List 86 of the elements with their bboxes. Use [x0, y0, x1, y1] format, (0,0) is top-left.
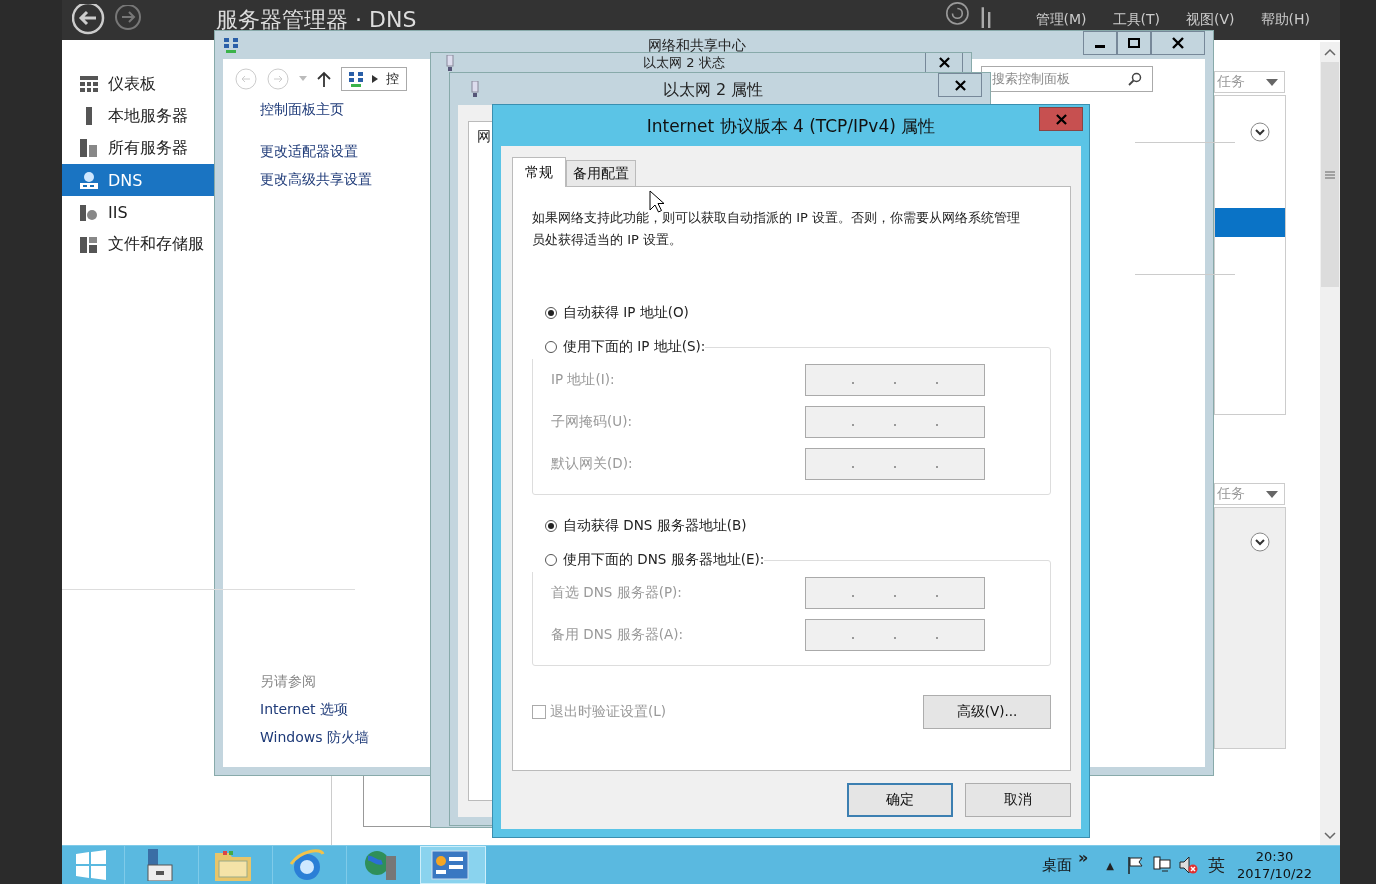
sidebar-item[interactable]: 仪表板	[62, 68, 214, 100]
toolbar-chevron[interactable]: »	[1078, 848, 1089, 867]
search-field[interactable]: 搜索控制面板	[981, 66, 1153, 92]
close-icon	[938, 57, 950, 68]
input-method-indicator[interactable]: 英	[1208, 853, 1226, 877]
network-icon	[223, 37, 239, 53]
menu-item[interactable]: 管理(M)	[1035, 11, 1087, 29]
nav-link[interactable]: 更改适配器设置	[260, 143, 358, 161]
radio-button[interactable]	[545, 307, 557, 319]
grid-icon	[80, 76, 98, 92]
iis-icon	[80, 203, 98, 221]
adapter-icon	[445, 55, 455, 71]
minimize-button[interactable]	[1083, 31, 1117, 55]
window-title: 服务器管理器 · DNS	[216, 6, 417, 34]
nav-link[interactable]: Internet 选项	[260, 701, 349, 719]
maximize-button[interactable]	[1117, 31, 1151, 55]
field-label: 默认网关(D):	[551, 455, 633, 473]
field-label: 备用 DNS 服务器(A):	[551, 626, 683, 644]
chevron-icon	[372, 75, 378, 83]
nav-link[interactable]: 更改高级共享设置	[260, 171, 372, 189]
close-icon	[954, 79, 966, 91]
dns-server-icon	[80, 171, 98, 189]
caret-icon	[1266, 490, 1278, 498]
nav-link[interactable]: Windows 防火墙	[260, 729, 369, 747]
show-hidden-icons[interactable]: ▲	[1106, 859, 1115, 871]
section-heading: 另请参阅	[260, 673, 316, 691]
address-bar[interactable]: 控	[341, 67, 407, 91]
radio-option[interactable]: 自动获得 IP 地址(O)	[532, 301, 689, 325]
window-title: 以太网 2 属性	[663, 80, 764, 101]
menu-item[interactable]: 工具(T)	[1112, 11, 1161, 29]
ip-address-field[interactable]	[805, 406, 985, 438]
muted-speaker-icon[interactable]	[1178, 855, 1199, 875]
grip-icon	[1325, 170, 1335, 179]
clock-date[interactable]: 2017/10/22	[1237, 865, 1312, 882]
menu-item[interactable]: 视图(V)	[1186, 11, 1235, 29]
close-button[interactable]	[1151, 31, 1205, 55]
storage-icon	[80, 235, 98, 253]
close-button[interactable]	[925, 52, 963, 74]
ip-address-field[interactable]	[805, 577, 985, 609]
sidebar-item[interactable]: 文件和存储服	[62, 228, 214, 260]
servers-icon	[80, 139, 98, 157]
close-button[interactable]	[938, 73, 982, 97]
field-label: 首选 DNS 服务器(P):	[551, 584, 682, 602]
sidebar-item[interactable]: DNS	[62, 164, 214, 196]
network-icon[interactable]	[1152, 855, 1173, 875]
network-icon	[348, 71, 364, 87]
sidebar-item[interactable]: 所有服务器	[62, 132, 214, 164]
ip-address-field[interactable]	[805, 364, 985, 396]
clock-time[interactable]: 20:30	[1255, 848, 1294, 865]
radio-button[interactable]	[545, 554, 557, 566]
nav-link[interactable]: 控制面板主页	[260, 101, 344, 119]
ip-address-field[interactable]	[805, 448, 985, 480]
advanced-button[interactable]: 高级(V)...	[923, 695, 1051, 729]
expand-icon[interactable]	[1250, 532, 1270, 552]
maximize-icon	[1128, 38, 1140, 48]
minimize-icon	[1095, 45, 1105, 48]
tab[interactable]: 常规	[512, 157, 566, 187]
sidebar-item[interactable]: IIS	[62, 196, 214, 228]
control-panel-icon	[430, 849, 470, 881]
desktop-toolbar[interactable]: 桌面	[1042, 855, 1072, 875]
window-title: 以太网 2 状态	[643, 55, 725, 70]
menu-item[interactable]: 帮助(H)	[1260, 11, 1310, 29]
tab[interactable]: 网	[477, 128, 491, 144]
expand-icon[interactable]	[1250, 122, 1270, 142]
close-icon	[1172, 37, 1184, 49]
caret-icon	[1266, 78, 1278, 86]
dialog-title: Internet 协议版本 4 (TCP/IPv4) 属性	[646, 115, 936, 138]
radio-option[interactable]: 自动获得 DNS 服务器地址(B)	[532, 514, 747, 538]
scroll-thumb[interactable]	[1321, 62, 1339, 287]
search-icon	[1128, 72, 1142, 86]
window-title: 网络和共享中心	[648, 37, 746, 55]
tab[interactable]: 备用配置	[566, 160, 636, 186]
folder-icon	[212, 849, 253, 881]
radio-button[interactable]	[545, 520, 557, 532]
description-text: 如果网络支持此功能，则可以获取自动指派的 IP 设置。否则，你需要从网络系统管理员处获得适当的 IP 设置。	[532, 209, 1021, 249]
field-label: 子网掩码(U):	[551, 413, 632, 431]
sidebar-item[interactable]: 本地服务器	[62, 100, 214, 132]
cancel-button[interactable]: 取消	[965, 783, 1071, 817]
ok-button[interactable]: 确定	[847, 783, 953, 817]
ip-address-field[interactable]	[805, 619, 985, 651]
radio-button[interactable]	[545, 341, 557, 353]
close-icon	[1055, 113, 1067, 125]
adapter-icon	[470, 81, 480, 97]
up-arrow-icon[interactable]	[317, 71, 331, 87]
scrollbar[interactable]	[1320, 42, 1340, 845]
field-label: IP 地址(I):	[551, 371, 615, 389]
